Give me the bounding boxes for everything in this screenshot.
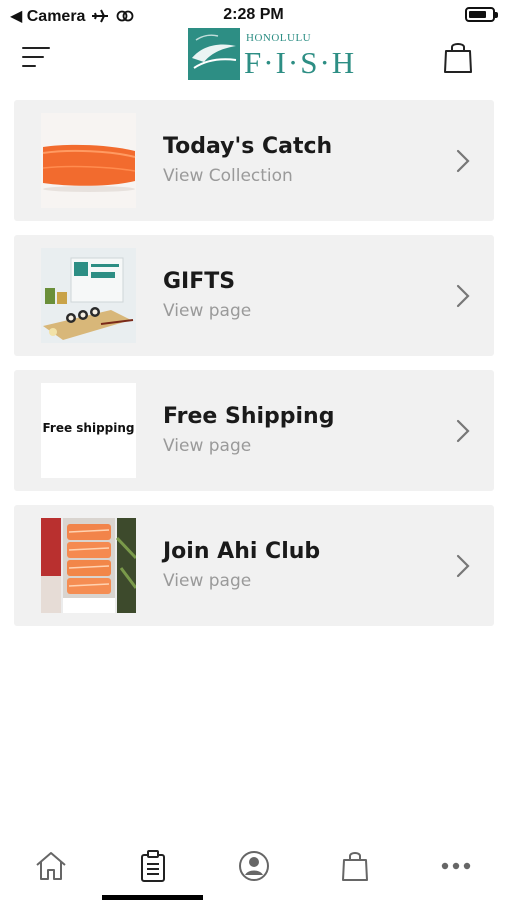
nav-account[interactable] [203, 832, 304, 900]
more-icon [441, 862, 470, 870]
card-title: Free Shipping [163, 404, 335, 429]
card-subtitle: View page [163, 436, 252, 456]
nav-cart[interactable] [304, 832, 405, 900]
clipboard-icon [140, 850, 165, 882]
bag-icon [341, 852, 368, 881]
brand-logo[interactable]: HONOLULU F·I·S·H [188, 28, 354, 82]
status-bar: ◀ Camera 2:28 PM [0, 0, 507, 30]
collection-card-gifts[interactable]: GIFTS View page [14, 235, 494, 356]
free-shipping-thumb-text: Free shipping [42, 421, 135, 435]
chevron-right-icon [456, 149, 470, 173]
battery-icon [465, 7, 498, 22]
card-subtitle: View page [163, 301, 252, 321]
logo-top-text: HONOLULU [246, 32, 312, 44]
account-icon [238, 851, 269, 881]
free-shipping-thumbnail: Free shipping [41, 383, 136, 478]
card-title: GIFTS [163, 269, 236, 294]
nav-collections[interactable] [102, 832, 203, 900]
cart-button[interactable] [443, 40, 473, 74]
card-title: Join Ahi Club [163, 539, 321, 564]
home-icon [35, 852, 66, 880]
status-time: 2:28 PM [223, 6, 284, 23]
logo-emblem [188, 28, 240, 80]
chevron-right-icon [456, 554, 470, 578]
logo-main-text: F·I·S·H [244, 45, 357, 80]
chevron-right-icon [456, 284, 470, 308]
salmon-fillet-image [41, 113, 136, 208]
card-title: Today's Catch [163, 134, 333, 159]
collection-card-free-shipping[interactable]: Free shipping Free Shipping View page [14, 370, 494, 491]
gift-set-image [41, 248, 136, 343]
shopping-bag-icon [444, 43, 472, 73]
ahi-club-image [41, 518, 136, 613]
nav-more[interactable] [405, 832, 506, 900]
card-subtitle: View Collection [163, 166, 293, 186]
collection-card-ahi-club[interactable]: Join Ahi Club View page [14, 505, 494, 626]
nav-home[interactable] [0, 832, 101, 900]
collection-card-todays-catch[interactable]: Today's Catch View Collection [14, 100, 494, 221]
active-tab-indicator [102, 895, 203, 900]
card-subtitle: View page [163, 571, 252, 591]
chevron-right-icon [456, 419, 470, 443]
bottom-nav [0, 832, 507, 900]
menu-button[interactable] [22, 44, 52, 70]
header: HONOLULU F·I·S·H [0, 28, 507, 90]
